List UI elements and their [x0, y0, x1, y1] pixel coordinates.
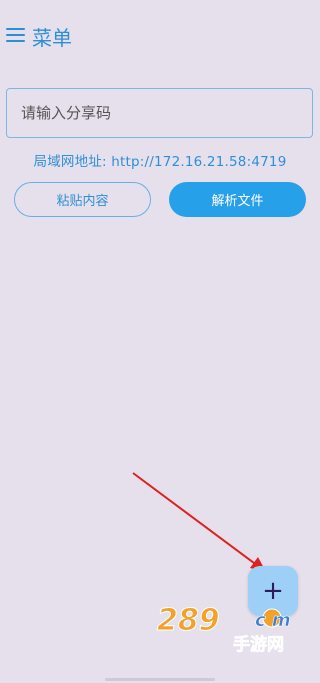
share-code-input[interactable] [7, 89, 312, 137]
svg-text:手游网: 手游网 [233, 634, 284, 655]
watermark-logo: 289 c m 手游网 [157, 603, 292, 656]
parse-file-button[interactable]: 解析文件 [169, 182, 306, 217]
svg-text:289: 289 [157, 603, 220, 638]
top-bar: 菜单 [0, 0, 320, 70]
page-title: 菜单 [32, 26, 72, 50]
gesture-nav-handle[interactable] [105, 678, 215, 681]
lan-address-text: 局域网地址: http://172.16.21.58:4719 [33, 154, 287, 170]
share-code-field[interactable] [6, 88, 313, 138]
svg-text:c m: c m [255, 610, 291, 631]
hamburger-menu-icon[interactable] [6, 27, 25, 43]
paste-content-button[interactable]: 粘贴内容 [14, 182, 151, 217]
